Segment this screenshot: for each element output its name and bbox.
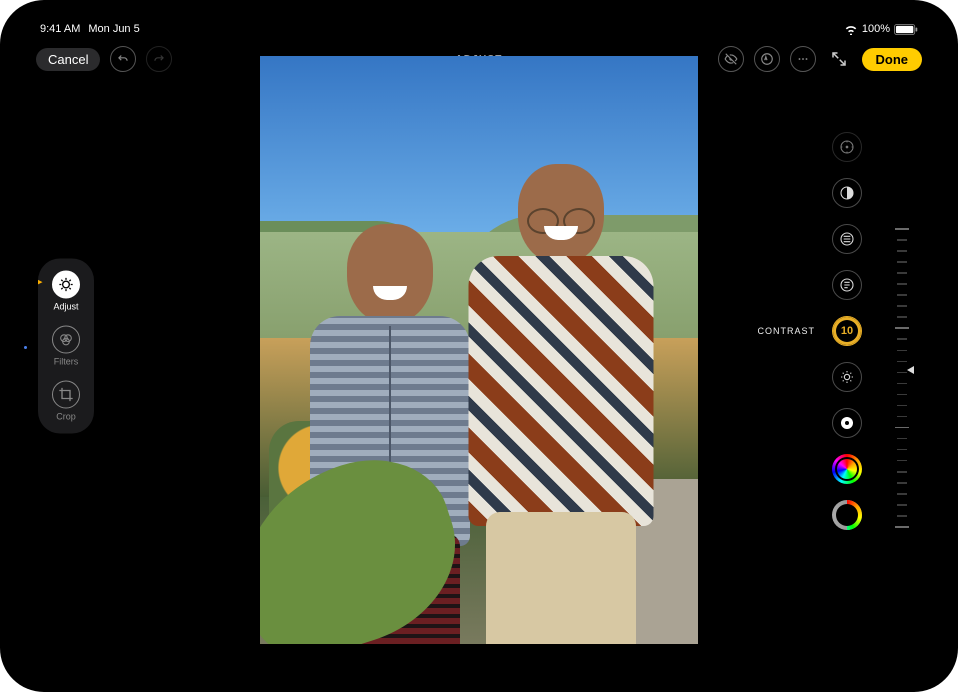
adjust-icon xyxy=(52,271,80,299)
mode-crop[interactable]: Crop xyxy=(44,381,88,422)
mode-filters-label: Filters xyxy=(54,357,79,367)
adjust-highlights[interactable] xyxy=(832,270,862,300)
multitask-indicator xyxy=(24,346,27,349)
screen: 9:41 AM Mon Jun 5 100% Cancel xyxy=(18,18,940,674)
photo-canvas[interactable] xyxy=(260,56,698,644)
status-time: 9:41 AM xyxy=(40,23,80,35)
status-bar: 9:41 AM Mon Jun 5 100% xyxy=(18,18,940,40)
adjust-brightness[interactable] xyxy=(832,362,862,392)
adjust-contrast[interactable]: CONTRAST 10 xyxy=(832,316,862,346)
toggle-original-button[interactable] xyxy=(718,46,744,72)
redo-button[interactable] xyxy=(146,46,172,72)
adjust-auto[interactable] xyxy=(832,132,862,162)
adjust-saturation[interactable] xyxy=(832,454,862,484)
edit-mode-dock: Adjust Filters Crop xyxy=(38,259,94,434)
adjustment-slider[interactable] xyxy=(892,228,912,528)
crop-icon xyxy=(52,381,80,409)
markup-button[interactable] xyxy=(754,46,780,72)
done-button[interactable]: Done xyxy=(862,48,923,71)
adjust-black-point[interactable] xyxy=(832,408,862,438)
adjust-selected-value: 10 xyxy=(841,325,853,337)
mode-filters[interactable]: Filters xyxy=(44,326,88,367)
fullscreen-button[interactable] xyxy=(826,46,852,72)
mode-adjust-label: Adjust xyxy=(53,302,78,312)
ipad-frame: 9:41 AM Mon Jun 5 100% Cancel xyxy=(0,0,958,692)
more-button[interactable] xyxy=(790,46,816,72)
adjust-exposure[interactable] xyxy=(832,178,862,208)
filters-icon xyxy=(52,326,80,354)
status-date: Mon Jun 5 xyxy=(88,23,139,35)
mode-adjust[interactable]: Adjust xyxy=(44,271,88,312)
battery-icon xyxy=(894,24,918,35)
cancel-button[interactable]: Cancel xyxy=(36,48,100,71)
adjust-brilliance[interactable] xyxy=(832,224,862,254)
adjustment-list[interactable]: CONTRAST 10 xyxy=(832,132,862,530)
mode-crop-label: Crop xyxy=(56,412,76,422)
slider-thumb-icon[interactable] xyxy=(907,366,914,374)
wifi-icon xyxy=(844,24,858,35)
undo-button[interactable] xyxy=(110,46,136,72)
adjust-selected-label: CONTRAST xyxy=(758,326,816,336)
battery-percent: 100% xyxy=(862,23,890,35)
adjust-vibrance[interactable] xyxy=(832,500,862,530)
